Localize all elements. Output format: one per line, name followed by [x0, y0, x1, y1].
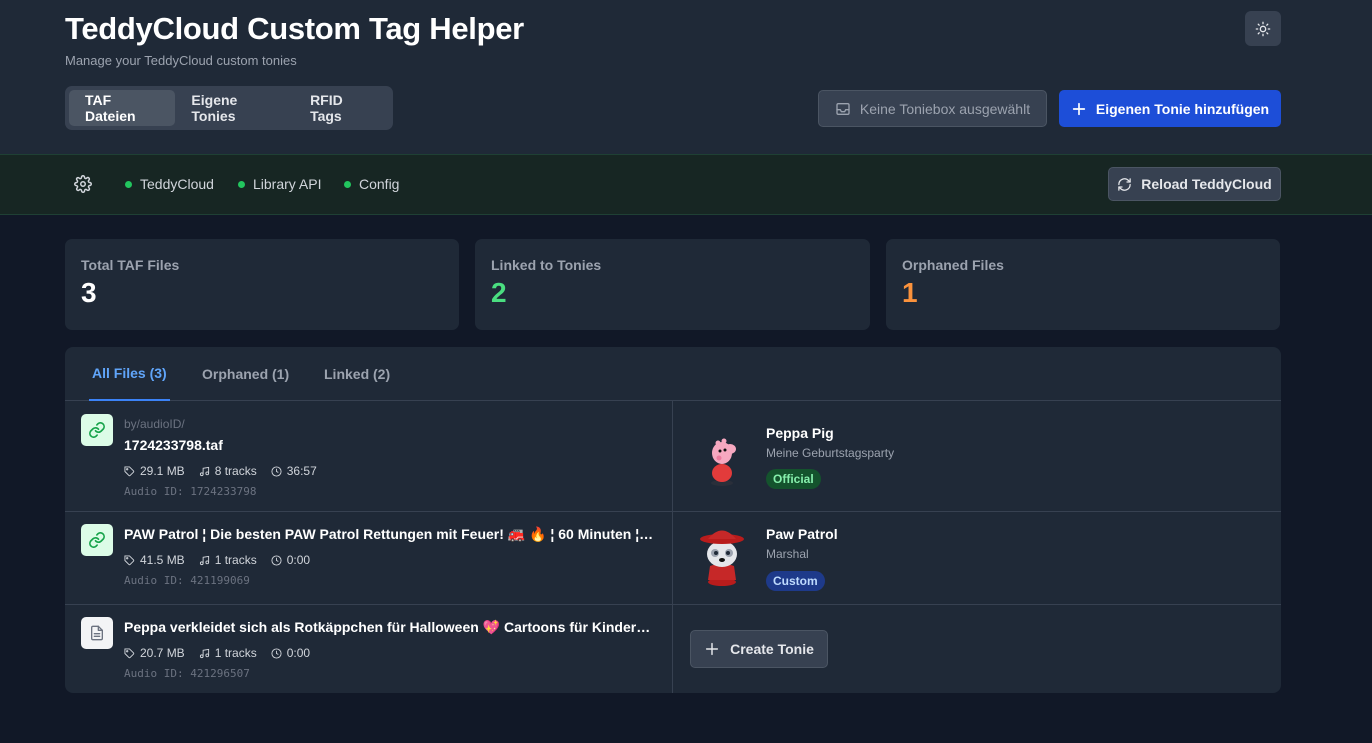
stat-label: Total TAF Files: [81, 257, 180, 273]
tonie-subtitle: Meine Geburtstagsparty: [766, 446, 895, 460]
file-name: Peppa verkleidet sich als Rotkäppchen fü…: [124, 619, 654, 635]
status-label: Library API: [253, 176, 322, 192]
theme-toggle-button[interactable]: [1245, 11, 1281, 46]
app-subtitle: Manage your TeddyCloud custom tonies: [65, 53, 297, 68]
file-row[interactable]: Peppa verkleidet sich als Rotkäppchen fü…: [65, 605, 1281, 693]
file-info: Peppa verkleidet sich als Rotkäppchen fü…: [65, 605, 673, 693]
status-config: Config: [344, 176, 399, 192]
audio-id: Audio ID: 421199069: [124, 574, 250, 587]
badge-official: Official: [766, 469, 821, 489]
status-label: Config: [359, 176, 400, 192]
toniebox-select-label: Keine Toniebox ausgewählt: [859, 100, 1031, 117]
file-info: by/audioID/ 1724233798.taf 29.1 MB 8 tra…: [65, 401, 673, 511]
tag-icon: [124, 554, 135, 565]
tag-icon: [124, 647, 135, 658]
inbox-icon: [836, 102, 850, 115]
clock-icon: [271, 647, 282, 659]
tab-all-files[interactable]: All Files (3): [89, 347, 170, 401]
create-tonie-button[interactable]: Create Tonie: [690, 630, 828, 668]
music-icon: [199, 648, 209, 658]
tab-eigene-tonies[interactable]: Eigene Tonies: [175, 90, 294, 126]
clock-icon: [271, 554, 282, 566]
file-tabs: All Files (3) Orphaned (1) Linked (2): [65, 347, 1281, 401]
status-dot: [125, 180, 132, 188]
refresh-icon: [1118, 177, 1132, 191]
plus-icon: [706, 642, 719, 656]
file-size: 29.1 MB: [140, 464, 185, 478]
file-meta: 20.7 MB 1 tracks 0:00: [124, 646, 310, 660]
file-tracks: 8 tracks: [214, 464, 257, 478]
stat-label: Orphaned Files: [902, 257, 1004, 273]
file-meta: 41.5 MB 1 tracks 0:00: [124, 553, 310, 567]
settings-button[interactable]: [74, 175, 92, 198]
link-icon: [81, 414, 113, 446]
file-duration: 0:00: [286, 646, 311, 660]
toniebox-select-button[interactable]: Keine Toniebox ausgewählt: [818, 90, 1047, 127]
file-name: 1724233798.taf: [124, 437, 223, 453]
music-icon: [199, 466, 209, 476]
file-name: PAW Patrol ¦ Die besten PAW Patrol Rettu…: [124, 526, 654, 542]
plus-icon: [1072, 102, 1086, 115]
stat-value: 1: [902, 277, 918, 308]
file-duration: 36:57: [286, 464, 317, 478]
audio-id: Audio ID: 1724233798: [124, 485, 257, 498]
stat-label: Linked to Tonies: [491, 257, 602, 273]
tonie-name: Peppa Pig: [766, 425, 834, 441]
stat-value: 2: [491, 277, 507, 308]
status-dot: [344, 180, 351, 188]
file-tracks: 1 tracks: [214, 553, 257, 567]
tonie-name: Paw Patrol: [766, 526, 838, 542]
music-icon: [199, 555, 209, 565]
tonie-info: Peppa Pig Meine Geburtstagsparty Officia…: [674, 401, 1281, 511]
badge-custom: Custom: [766, 571, 825, 591]
file-row[interactable]: by/audioID/ 1724233798.taf 29.1 MB 8 tra…: [65, 401, 1281, 512]
tonie-subtitle: Marshal: [766, 547, 809, 561]
file-meta: 29.1 MB 8 tracks 36:57: [124, 464, 317, 478]
status-label: TeddyCloud: [140, 176, 214, 192]
tonie-image-marshal: [690, 524, 754, 588]
gear-icon: [74, 175, 92, 193]
tab-taf-dateien[interactable]: TAF Dateien: [69, 90, 176, 126]
file-duration: 0:00: [286, 553, 311, 567]
stat-card-total: Total TAF Files 3: [65, 239, 459, 330]
tab-orphaned[interactable]: Orphaned (1): [202, 347, 289, 401]
status-dot: [238, 180, 245, 188]
file-icon: [81, 617, 113, 649]
tab-rfid-tags[interactable]: RFID Tags: [294, 90, 389, 126]
stat-card-orphaned: Orphaned Files 1: [886, 239, 1280, 330]
create-tonie-label: Create Tonie: [730, 641, 814, 657]
file-info: PAW Patrol ¦ Die besten PAW Patrol Rettu…: [65, 512, 673, 604]
status-library-api: Library API: [238, 176, 321, 192]
sun-icon: [1255, 21, 1271, 36]
status-teddycloud: TeddyCloud: [125, 176, 214, 192]
tonie-info: Create Tonie: [674, 605, 1281, 693]
stat-card-linked: Linked to Tonies 2: [475, 239, 870, 330]
link-icon: [81, 524, 113, 556]
reload-label: Reload TeddyCloud: [1141, 176, 1272, 192]
main-tabs: TAF Dateien Eigene Tonies RFID Tags: [65, 86, 393, 130]
tonie-image-peppa: [690, 425, 754, 489]
app-title: TeddyCloud Custom Tag Helper: [65, 11, 524, 46]
file-size: 41.5 MB: [140, 553, 185, 567]
clock-icon: [271, 465, 282, 477]
tab-linked[interactable]: Linked (2): [324, 347, 390, 401]
file-tracks: 1 tracks: [214, 646, 257, 660]
add-tonie-label: Eigenen Tonie hinzufügen: [1095, 100, 1270, 117]
file-size: 20.7 MB: [140, 646, 185, 660]
files-panel: All Files (3) Orphaned (1) Linked (2) by…: [65, 347, 1281, 693]
tonie-info: Paw Patrol Marshal Custom: [674, 512, 1281, 604]
stat-value: 3: [81, 277, 97, 308]
file-path: by/audioID/: [124, 417, 185, 431]
audio-id: Audio ID: 421296507: [124, 667, 250, 680]
reload-teddycloud-button[interactable]: Reload TeddyCloud: [1108, 167, 1281, 201]
add-tonie-button[interactable]: Eigenen Tonie hinzufügen: [1059, 90, 1281, 127]
tag-icon: [124, 465, 135, 476]
file-row[interactable]: PAW Patrol ¦ Die besten PAW Patrol Rettu…: [65, 512, 1281, 605]
